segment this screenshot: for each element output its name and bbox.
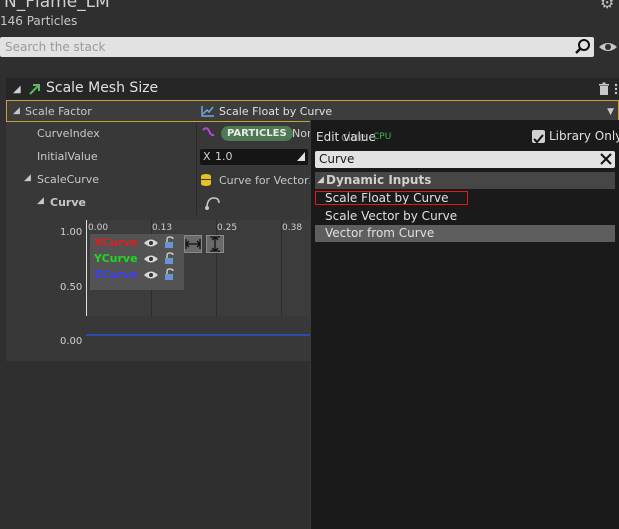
lock-icon[interactable] [164, 252, 174, 265]
database-icon [201, 174, 211, 186]
collapse-triangle-icon[interactable]: ◢ [13, 84, 21, 95]
particle-count: 146 Particles [0, 14, 78, 28]
y-tick: 1.00 [60, 227, 83, 238]
initial-value: 1.0 [215, 150, 233, 163]
particles-badge[interactable]: PARTICLES [221, 126, 293, 141]
fit-vertical-icon [210, 236, 220, 252]
module-title: Scale Mesh Size [46, 80, 159, 96]
scale-curve-value[interactable]: Curve for Vector3 [219, 174, 316, 187]
initial-value-input[interactable]: X 1.0 [200, 149, 308, 165]
eye-icon[interactable] [144, 254, 158, 264]
eye-icon[interactable] [144, 238, 158, 248]
library-only-checkbox[interactable] [532, 130, 545, 144]
drag-handle-icon[interactable] [297, 152, 305, 161]
lock-icon[interactable] [164, 236, 174, 249]
legend-x-curve[interactable]: XCurve [94, 236, 138, 249]
scale-factor-row[interactable]: ◢ Scale Factor Scale Float by Curve ▼ [6, 100, 619, 122]
y-tick: 0.50 [60, 282, 83, 293]
library-only-label[interactable]: Library Only [549, 129, 619, 143]
curve-label: Curve [50, 196, 86, 209]
expand-triangle-icon[interactable]: ◢ [24, 173, 31, 183]
scale-factor-label: Scale Factor [25, 105, 92, 118]
checkmark-icon [533, 134, 544, 144]
initial-value-label: InitialValue [37, 150, 98, 163]
popup-search-input[interactable]: Curve [315, 151, 615, 168]
popup-search-value: Curve [319, 152, 355, 166]
search-placeholder: Search the stack [5, 40, 106, 54]
stack-search-input[interactable]: Search the stack [0, 37, 594, 57]
link-icon[interactable] [201, 126, 215, 140]
x-tick: 0.13 [152, 223, 173, 233]
curve-index-label: CurveIndex [37, 127, 100, 140]
close-icon[interactable] [599, 152, 613, 166]
category-label: Dynamic Inputs [326, 173, 432, 187]
eye-icon[interactable] [144, 270, 158, 280]
eye-icon[interactable] [598, 40, 618, 54]
module-header[interactable]: ◢ Scale Mesh Size [6, 78, 619, 100]
curve-key-icon[interactable] [204, 195, 222, 211]
selection-highlight [315, 191, 468, 205]
menu-item-vector-from-curve[interactable]: Vector from Curve [315, 225, 615, 242]
curve-chart-icon [201, 106, 214, 117]
fit-horizontal-icon [185, 239, 201, 249]
x-tick: 0.25 [217, 223, 238, 233]
curve-line[interactable] [86, 334, 313, 336]
axis-label: X [203, 150, 211, 163]
menu-item-label: Vector from Curve [325, 226, 435, 240]
popup-title-overlay: clue [341, 130, 366, 144]
fit-horizontal-button[interactable] [184, 235, 202, 253]
chevron-down-icon[interactable]: ▼ [607, 107, 614, 117]
more-options-icon[interactable] [614, 82, 618, 96]
category-dynamic-inputs[interactable]: ◢ Dynamic Inputs [315, 172, 615, 189]
expand-triangle-icon[interactable]: ◢ [37, 196, 44, 206]
legend-z-curve[interactable]: ZCurve [94, 268, 138, 281]
expand-triangle-icon[interactable]: ◢ [13, 106, 20, 116]
y-tick: 0.00 [60, 336, 83, 347]
scale-curve-label: ScaleCurve [37, 173, 100, 186]
curve-index-extra: Nor [292, 127, 312, 140]
menu-item-scale-vector-by-curve[interactable]: Scale Vector by Curve [315, 208, 615, 225]
cpu-label: CPU [373, 132, 392, 142]
curve-footer [86, 316, 313, 344]
lock-icon[interactable] [164, 268, 174, 281]
system-title: N_Flame_LM [4, 0, 110, 12]
module-icon [29, 84, 40, 95]
menu-item-label: Scale Vector by Curve [325, 209, 458, 223]
gear-icon[interactable]: ⚙ [600, 0, 618, 11]
curve-legend: XCurve YCurve ZCurve [90, 234, 184, 290]
scale-factor-value[interactable]: Scale Float by Curve [219, 105, 332, 118]
edit-value-popup: Edit value clue CPU Library Only Curve ◢… [310, 120, 619, 529]
search-icon[interactable] [574, 38, 592, 56]
x-tick: 0.00 [88, 223, 109, 233]
x-tick: 0.38 [282, 223, 303, 233]
fit-vertical-button[interactable] [206, 235, 224, 253]
trash-icon[interactable] [598, 82, 610, 96]
legend-y-curve[interactable]: YCurve [94, 252, 138, 265]
collapse-triangle-icon[interactable]: ◢ [317, 175, 324, 185]
